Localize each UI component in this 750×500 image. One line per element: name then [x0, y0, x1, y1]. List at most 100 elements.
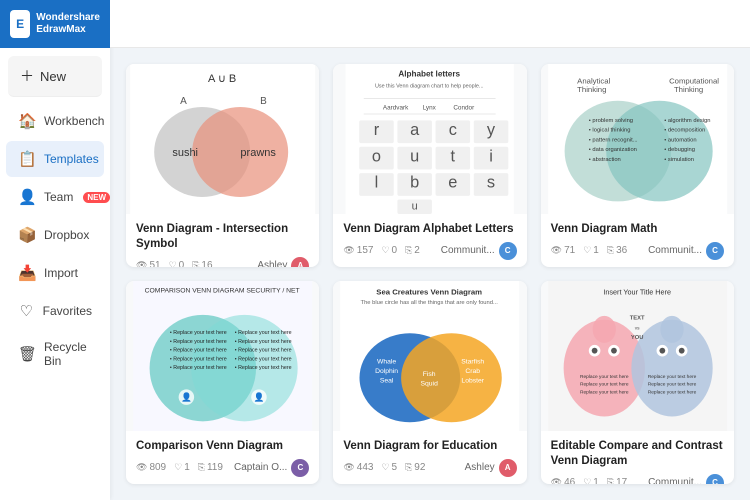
author-avatar: A	[291, 257, 309, 267]
views-stat: 👁 157	[343, 245, 373, 256]
card-info: Venn Diagram Math 👁 71 ♡ 1 ⎘ 36	[541, 214, 734, 266]
new-button[interactable]: ＋ New	[8, 56, 102, 97]
copy-icon: ⎘	[405, 245, 412, 256]
sidebar-item-favorites[interactable]: ♡ Favorites	[6, 293, 104, 329]
template-card-card6[interactable]: Insert Your Title Here Replace your text…	[541, 281, 734, 484]
card-thumbnail: A ∪ B A B sushi prawns	[126, 64, 319, 214]
new-badge: NEW	[83, 192, 110, 203]
svg-text:Sea Creatures Venn Diagram: Sea Creatures Venn Diagram	[377, 288, 483, 297]
svg-text:• Replace your text here: • Replace your text here	[170, 330, 227, 336]
svg-text:u: u	[410, 147, 419, 165]
sidebar-item-import[interactable]: 📥 Import	[6, 255, 104, 291]
eye-icon: 👁	[343, 462, 354, 473]
svg-text:Seal: Seal	[380, 378, 394, 385]
card-thumbnail: Insert Your Title Here Replace your text…	[541, 281, 734, 431]
main-header	[110, 0, 750, 48]
sidebar-item-team[interactable]: 👤 Team NEW	[6, 179, 104, 215]
svg-text:• pattern recognit...: • pattern recognit...	[588, 137, 637, 143]
svg-text:Thinking: Thinking	[674, 85, 703, 94]
svg-text:Replace your text here: Replace your text here	[580, 382, 629, 388]
copy-icon: ⎘	[405, 462, 412, 473]
svg-text:Condor: Condor	[454, 104, 476, 111]
app-logo: E Wondershare EdrawMax	[0, 0, 110, 48]
svg-text:Analytical: Analytical	[577, 76, 610, 85]
card-thumbnail: COMPARISON VENN DIAGRAM SECURITY / NET •…	[126, 281, 319, 431]
sidebar-item-label: Recycle Bin	[44, 340, 92, 368]
sidebar-item-workbench[interactable]: 🏠 Workbench	[6, 103, 104, 139]
svg-text:r: r	[374, 121, 380, 139]
svg-text:TEXT: TEXT	[629, 316, 644, 322]
svg-text:• Replace your text here: • Replace your text here	[170, 356, 227, 362]
sidebar-item-label: Team	[44, 190, 73, 204]
author-info: Communit... C	[648, 242, 724, 260]
svg-text:The blue circle has all the th: The blue circle has all the things that …	[361, 300, 499, 306]
svg-text:• problem solving: • problem solving	[588, 118, 632, 124]
svg-text:YOU: YOU	[631, 335, 644, 341]
card-stats: 👁 443 ♡ 5 ⎘ 92	[343, 462, 425, 473]
svg-text:o: o	[372, 147, 381, 165]
sidebar-item-label: Import	[44, 266, 78, 280]
likes-stat: ♡ 0	[381, 245, 397, 256]
svg-text:b: b	[410, 174, 419, 192]
template-card-card2[interactable]: Alphabet letters Use this Venn diagram c…	[333, 64, 526, 267]
template-card-card3[interactable]: Analytical Thinking Computational Thinki…	[541, 64, 734, 267]
eye-icon: 👁	[136, 260, 147, 267]
copies-count: 119	[207, 462, 223, 473]
sidebar-item-label: Dropbox	[44, 228, 89, 242]
card-title: Venn Diagram for Education	[343, 439, 516, 454]
likes-count: 0	[392, 245, 398, 256]
heart-icon: ♡	[583, 477, 591, 484]
card-title: Venn Diagram - Intersection Symbol	[136, 222, 309, 252]
views-count: 71	[564, 245, 575, 256]
svg-text:👤: 👤	[254, 392, 265, 402]
card-title: Venn Diagram Math	[551, 222, 724, 237]
svg-text:Computational: Computational	[669, 76, 719, 85]
author-avatar: C	[291, 459, 309, 477]
svg-text:s: s	[487, 174, 495, 192]
copies-count: 36	[616, 245, 627, 256]
sidebar-item-dropbox[interactable]: 📦 Dropbox	[6, 217, 104, 253]
author-info: Ashley A	[465, 459, 517, 477]
card-stats: 👁 157 ♡ 0 ⎘ 2	[343, 245, 420, 256]
svg-text:• abstraction: • abstraction	[588, 157, 620, 163]
template-card-card1[interactable]: A ∪ B A B sushi prawns Venn Diagram - In…	[126, 64, 319, 267]
author-info: Communit... C	[648, 474, 724, 484]
svg-text:• Replace your text here: • Replace your text here	[170, 365, 227, 371]
views-stat: 👁 51	[136, 260, 161, 267]
sidebar-item-recycle[interactable]: 🗑 Recycle Bin	[6, 331, 104, 377]
views-count: 809	[149, 462, 166, 473]
author-info: Communit... C	[441, 242, 517, 260]
likes-count: 1	[593, 477, 599, 484]
card-meta: 👁 157 ♡ 0 ⎘ 2 Communit... C	[343, 242, 516, 260]
sidebar-item-label: Workbench	[44, 114, 104, 128]
likes-count: 0	[179, 260, 185, 267]
svg-text:Crab: Crab	[466, 368, 481, 375]
team-icon: 👤	[18, 188, 36, 206]
logo-text: Wondershare EdrawMax	[36, 12, 100, 36]
likes-stat: ♡ 5	[381, 462, 397, 473]
likes-stat: ♡ 1	[583, 477, 599, 484]
views-count: 46	[564, 477, 575, 484]
copies-count: 2	[414, 245, 420, 256]
sidebar-item-label: Templates	[44, 152, 99, 166]
svg-text:Lynx: Lynx	[423, 104, 437, 111]
svg-text:Replace your text here: Replace your text here	[580, 389, 629, 395]
logo-icon: E	[10, 10, 30, 38]
sidebar: E Wondershare EdrawMax ＋ New 🏠 Workbench…	[0, 0, 110, 500]
svg-text:Replace your text here: Replace your text here	[647, 382, 696, 388]
svg-text:• debugging: • debugging	[664, 147, 695, 153]
copies-count: 92	[414, 462, 425, 473]
eye-icon: 👁	[551, 477, 562, 484]
svg-text:sushi: sushi	[172, 147, 198, 159]
card-info: Venn Diagram - Intersection Symbol 👁 51 …	[126, 214, 319, 267]
template-card-card5[interactable]: Sea Creatures Venn Diagram The blue circ…	[333, 281, 526, 484]
sidebar-item-templates[interactable]: 📋 Templates	[6, 141, 104, 177]
templates-icon: 📋	[18, 150, 36, 168]
template-card-card4[interactable]: COMPARISON VENN DIAGRAM SECURITY / NET •…	[126, 281, 319, 484]
card-stats: 👁 51 ♡ 0 ⎘ 16	[136, 260, 213, 267]
svg-text:👤: 👤	[181, 392, 192, 402]
heart-icon: ♡	[381, 245, 389, 256]
svg-text:u: u	[412, 200, 418, 212]
likes-stat: ♡ 1	[583, 245, 599, 256]
author-avatar: C	[706, 474, 724, 484]
